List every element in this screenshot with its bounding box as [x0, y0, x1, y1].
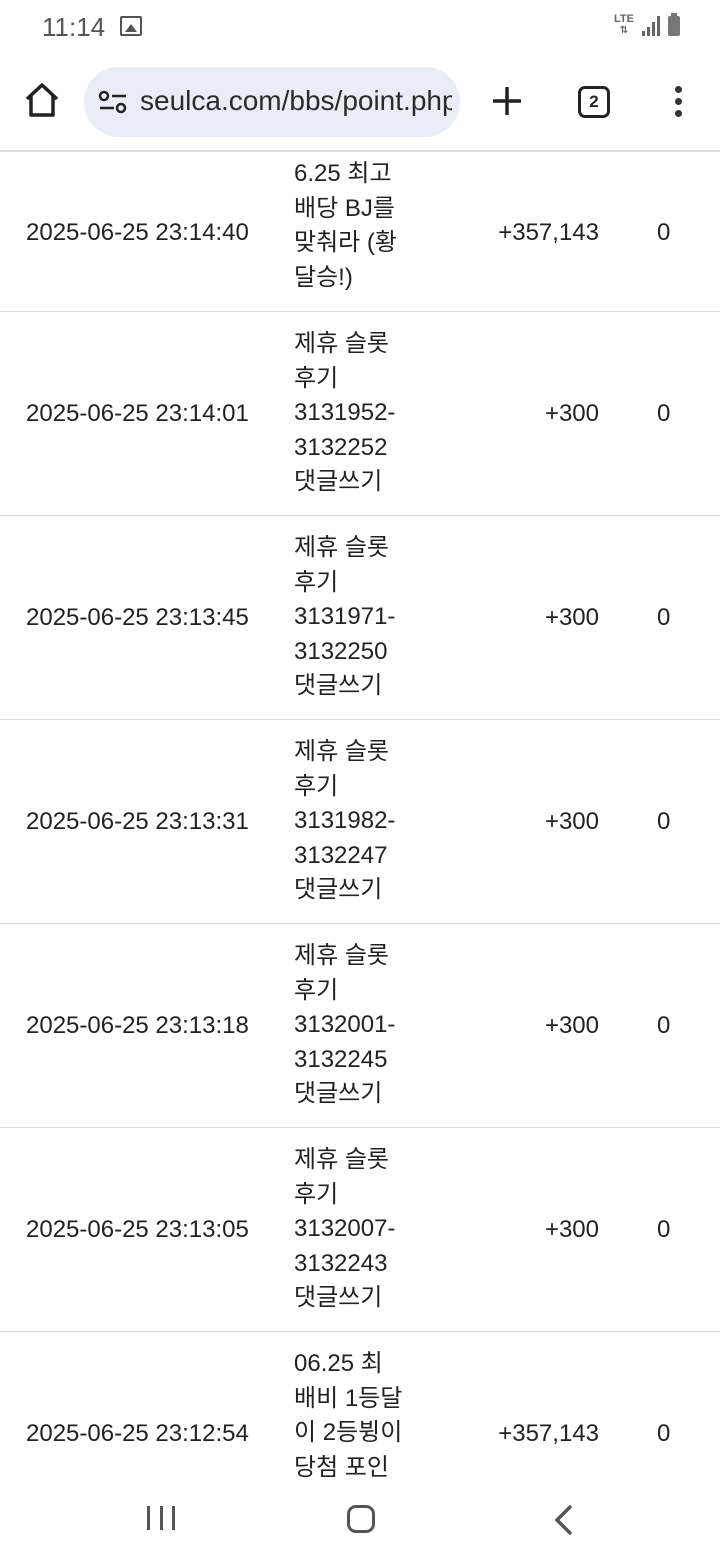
desc-line: 3132245	[294, 1045, 388, 1073]
lte-icon: LTE ⇅	[614, 13, 634, 37]
home-circle-icon[interactable]	[347, 1505, 375, 1533]
plus-icon[interactable]	[490, 84, 524, 118]
row-point: +300	[544, 1215, 599, 1243]
desc-line: 후기	[294, 1180, 339, 1208]
desc-line: 3131952-	[294, 399, 396, 426]
status-time: 11:14	[42, 12, 106, 42]
row-description[interactable]: 06.25 최 배비 1등달 이 2등뷩이 당첨 포인	[294, 1347, 414, 1478]
desc-line: 후기	[294, 568, 339, 596]
home-icon[interactable]	[22, 80, 62, 120]
desc-line: 3131971-	[294, 603, 396, 630]
table-row: 2025-06-25 23:13:45 제휴 슬롯 후기 3131971- 31…	[0, 516, 720, 720]
desc-line: 맞춰라 (황	[294, 229, 397, 256]
desc-line: 제휴 슬롯	[294, 1146, 389, 1173]
row-description[interactable]: 제휴 슬롯 후기 3131982- 3132247 댓글쓰기	[294, 735, 414, 908]
row-date: 2025-06-25 23:13:31	[26, 807, 249, 835]
desc-line: 댓글쓰기	[294, 876, 383, 903]
desc-line: 댓글쓰기	[294, 1284, 383, 1311]
desc-line: 3132250	[294, 637, 388, 665]
row-used: 0	[657, 1215, 671, 1243]
table-row: 2025-06-25 23:13:05 제휴 슬롯 후기 3132007- 31…	[0, 1128, 720, 1332]
desc-line: 3132252	[294, 433, 388, 461]
desc-line: 댓글쓰기	[294, 1080, 383, 1107]
table-row: 2025-06-25 23:12:54 06.25 최 배비 1등달 이 2등뷩…	[0, 1332, 720, 1478]
desc-line: 후기	[294, 976, 339, 1004]
desc-line: 3132247	[294, 841, 388, 869]
row-date: 2025-06-25 23:13:18	[26, 1011, 249, 1039]
row-used: 0	[657, 603, 671, 631]
row-point: +300	[544, 807, 599, 835]
points-table: 2025-06-25 23:14:40 6.25 최고 배당 BJ를 맞춰라 (…	[0, 154, 720, 1478]
row-description[interactable]: 6.25 최고 배당 BJ를 맞춰라 (황 달승!)	[294, 157, 414, 295]
system-nav-bar	[0, 1478, 720, 1560]
desc-line: 후기	[294, 772, 339, 800]
desc-line: 후기	[294, 364, 339, 392]
tab-switcher-button[interactable]: 2	[578, 86, 610, 118]
row-date: 2025-06-25 23:13:05	[26, 1215, 249, 1243]
status-indicators: LTE ⇅	[614, 13, 680, 37]
row-used: 0	[657, 807, 671, 835]
desc-line: 제휴 슬롯	[294, 942, 389, 969]
desc-line: 이 2등뷩이	[294, 1419, 403, 1446]
back-icon[interactable]	[552, 1505, 574, 1535]
desc-line: 3131982-	[294, 807, 396, 834]
row-date: 2025-06-25 23:13:45	[26, 603, 249, 631]
row-point: +300	[544, 1011, 599, 1039]
desc-line: 당첨 포인	[294, 1453, 389, 1479]
desc-line: 제휴 슬롯	[294, 738, 389, 765]
row-date: 2025-06-25 23:14:40	[26, 218, 249, 246]
row-point: +357,143	[498, 218, 599, 246]
desc-line: 달승!)	[294, 263, 353, 291]
desc-line: 3132243	[294, 1249, 388, 1277]
browser-toolbar: seulca.com/bbs/point.php 2	[0, 52, 720, 152]
url-text[interactable]: seulca.com/bbs/point.php	[140, 85, 452, 117]
address-bar[interactable]: seulca.com/bbs/point.php	[84, 67, 460, 137]
image-notification-icon	[120, 16, 142, 36]
row-description[interactable]: 제휴 슬롯 후기 3131971- 3132250 댓글쓰기	[294, 531, 414, 704]
row-description[interactable]: 제휴 슬롯 후기 3131952- 3132252 댓글쓰기	[294, 327, 414, 500]
desc-line: 배당 BJ를	[294, 194, 395, 222]
signal-icon	[642, 16, 660, 36]
row-description[interactable]: 제휴 슬롯 후기 3132007- 3132243 댓글쓰기	[294, 1143, 414, 1316]
recent-apps-icon[interactable]	[147, 1506, 175, 1530]
desc-line: 배비 1등달	[294, 1384, 403, 1412]
row-point: +300	[544, 399, 599, 427]
desc-line: 제휴 슬롯	[294, 534, 389, 561]
row-point: +300	[544, 603, 599, 631]
desc-line: 댓글쓰기	[294, 672, 383, 699]
status-bar: 11:14 LTE ⇅	[0, 0, 720, 52]
desc-line: 6.25 최고	[294, 160, 392, 187]
desc-line: 06.25 최	[294, 1350, 383, 1377]
desc-line: 3132001-	[294, 1011, 396, 1038]
table-row: 2025-06-25 23:13:31 제휴 슬롯 후기 3131982- 31…	[0, 720, 720, 924]
network-type: LTE	[614, 13, 634, 25]
row-used: 0	[657, 1420, 671, 1447]
row-date: 2025-06-25 23:12:54	[26, 1420, 249, 1447]
row-used: 0	[657, 399, 671, 427]
tune-icon[interactable]	[98, 89, 128, 115]
table-row: 2025-06-25 23:14:01 제휴 슬롯 후기 3131952- 31…	[0, 312, 720, 516]
row-date: 2025-06-25 23:14:01	[26, 399, 249, 427]
desc-line: 제휴 슬롯	[294, 330, 389, 357]
row-used: 0	[657, 1011, 671, 1039]
battery-icon	[668, 13, 680, 36]
desc-line: 3132007-	[294, 1215, 396, 1242]
desc-line: 댓글쓰기	[294, 468, 383, 495]
row-point: +357,143	[498, 1420, 599, 1447]
table-row: 2025-06-25 23:13:18 제휴 슬롯 후기 3132001- 31…	[0, 924, 720, 1128]
more-vert-icon[interactable]	[670, 86, 686, 120]
row-used: 0	[657, 218, 671, 246]
row-description[interactable]: 제휴 슬롯 후기 3132001- 3132245 댓글쓰기	[294, 939, 414, 1112]
table-row: 2025-06-25 23:14:40 6.25 최고 배당 BJ를 맞춰라 (…	[0, 154, 720, 312]
